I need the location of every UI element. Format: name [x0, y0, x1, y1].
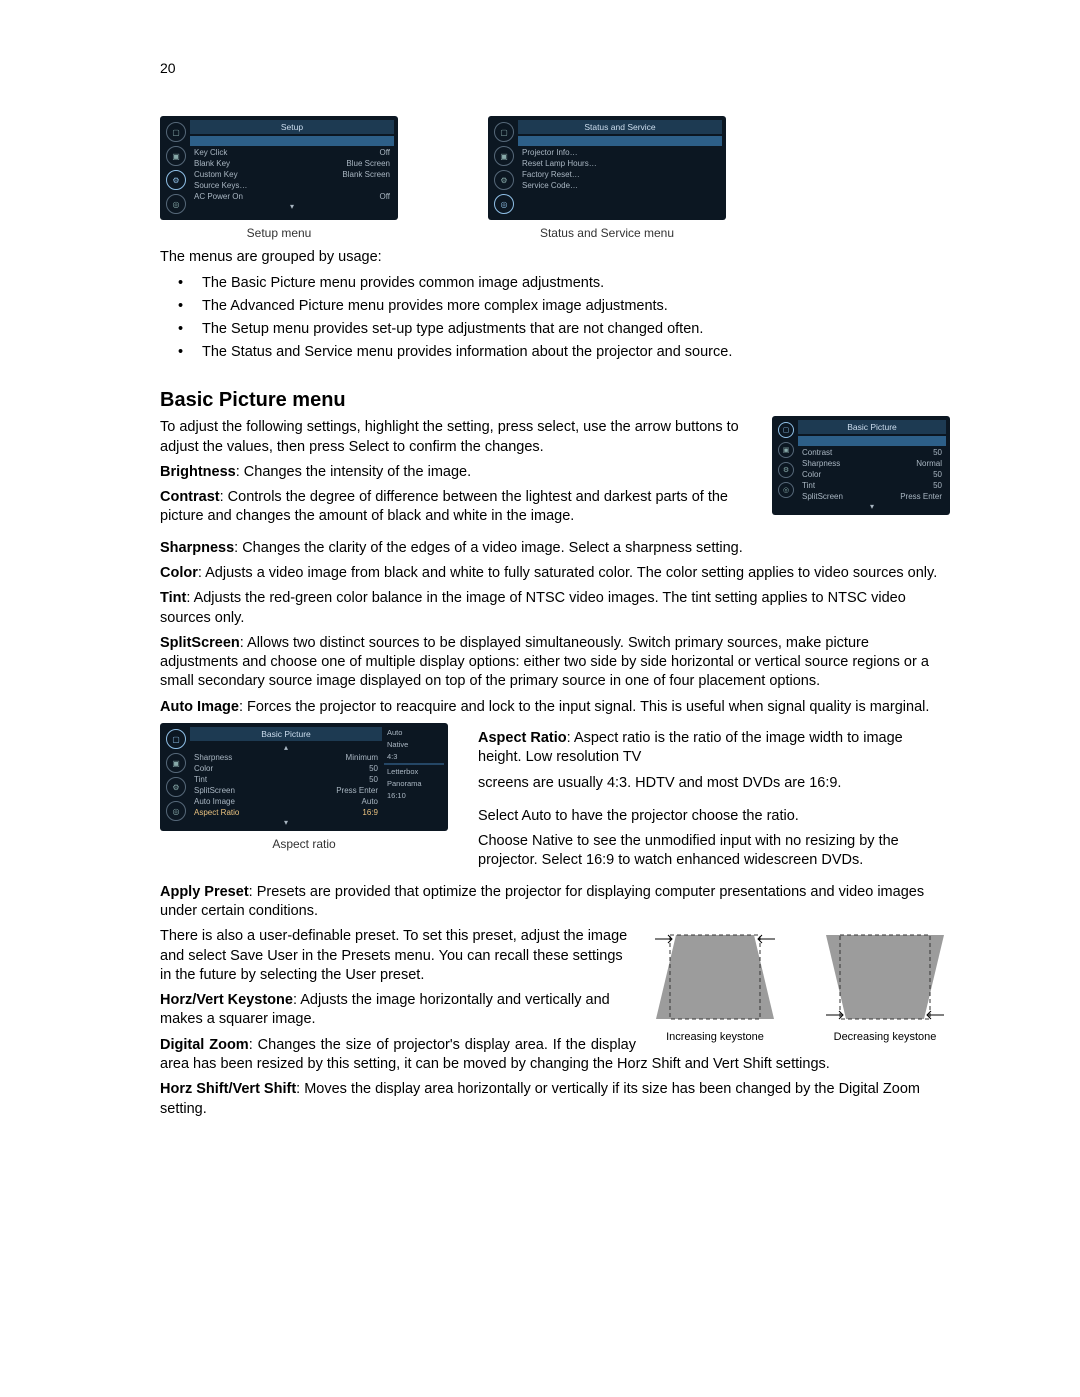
setup-icon: ⚙: [166, 170, 186, 190]
advanced-picture-icon: ▣: [494, 146, 514, 166]
list-item: The Advanced Picture menu provides more …: [178, 296, 950, 317]
aspect-text-4: Choose Native to see the unmodified inpu…: [478, 832, 950, 871]
status-menu-image: ▢ ▣ ⚙ ◎ Status and Service Projector Inf…: [488, 116, 726, 220]
aspect-options: Auto Native 4:3 Letterbox Panorama 16:10: [384, 727, 444, 827]
def-tint: Tint: Adjusts the red-green color balanc…: [160, 589, 950, 628]
setup-icon: ⚙: [166, 777, 186, 797]
setup-menu-image: ▢ ▣ ⚙ ◎ Setup Key ClickOff Blank KeyBlue…: [160, 116, 398, 220]
aspect-text-2: screens are usually 4:3. HDTV and most D…: [478, 774, 950, 793]
setup-icon: ⚙: [778, 462, 794, 478]
def-shift: Horz Shift/Vert Shift: Moves the display…: [160, 1080, 950, 1119]
status-icon: ◎: [166, 194, 186, 214]
status-icon: ◎: [166, 801, 186, 821]
setup-icon: ⚙: [494, 170, 514, 190]
list-item: The Basic Picture menu provides common i…: [178, 273, 950, 294]
status-icon: ◎: [494, 194, 514, 214]
status-icon: ◎: [778, 482, 794, 498]
basic-picture-icon: ▢: [166, 122, 186, 142]
advanced-picture-icon: ▣: [166, 753, 186, 773]
def-autoimage: Auto Image: Forces the projector to reac…: [160, 698, 950, 717]
advanced-picture-icon: ▣: [166, 146, 186, 166]
setup-menu-caption: Setup menu: [247, 226, 312, 240]
inc-keystone-caption: Increasing keystone: [666, 1031, 764, 1043]
def-aspect: Aspect Ratio: Aspect ratio is the ratio …: [478, 729, 950, 768]
basic-picture-menu-image: ▢ ▣ ⚙ ◎ Basic Picture Contrast50 Sharpne…: [772, 416, 950, 515]
def-apply-preset: Apply Preset: Presets are provided that …: [160, 883, 950, 922]
dec-keystone-caption: Decreasing keystone: [834, 1031, 937, 1043]
aspect-ratio-block: ▢ ▣ ⚙ ◎ Basic Picture ▴ SharpnessMinimum…: [160, 723, 950, 877]
aspect-menu-caption: Aspect ratio: [272, 837, 335, 851]
aspect-text-3: Select Auto to have the projector choose…: [478, 807, 950, 826]
basic-picture-icon: ▢: [166, 729, 186, 749]
page-number: 20: [160, 60, 950, 76]
usage-bullets: The Basic Picture menu provides common i…: [160, 273, 950, 363]
list-item: The Status and Service menu provides inf…: [178, 342, 950, 363]
aspect-ratio-menu-image: ▢ ▣ ⚙ ◎ Basic Picture ▴ SharpnessMinimum…: [160, 723, 448, 831]
basic-picture-icon: ▢: [494, 122, 514, 142]
advanced-picture-icon: ▣: [778, 442, 794, 458]
list-item: The Setup menu provides set-up type adju…: [178, 319, 950, 340]
menu-screenshots-row: ▢ ▣ ⚙ ◎ Setup Key ClickOff Blank KeyBlue…: [160, 116, 950, 240]
menu-title: Setup: [190, 120, 394, 134]
scroll-indicator-icon: ▾: [190, 202, 394, 211]
def-color: Color: Adjusts a video image from black …: [160, 564, 950, 583]
status-menu-caption: Status and Service menu: [540, 226, 674, 240]
intro-text: The menus are grouped by usage:: [160, 248, 950, 267]
menu-title: Status and Service: [518, 120, 722, 134]
decreasing-keystone-icon: [820, 927, 950, 1027]
increasing-keystone-icon: [650, 927, 780, 1027]
section-heading: Basic Picture menu: [160, 389, 950, 412]
basic-picture-icon: ▢: [778, 422, 794, 438]
manual-page: 20 ▢ ▣ ⚙ ◎ Setup Key ClickOff Blank KeyB…: [0, 0, 1080, 1185]
def-splitscreen: SplitScreen: Allows two distinct sources…: [160, 634, 950, 692]
menu-highlight: [190, 136, 394, 146]
keystone-diagrams: Increasing keystone Decreasing keystone: [650, 927, 950, 1043]
def-sharpness: Sharpness: Changes the clarity of the ed…: [160, 539, 950, 558]
